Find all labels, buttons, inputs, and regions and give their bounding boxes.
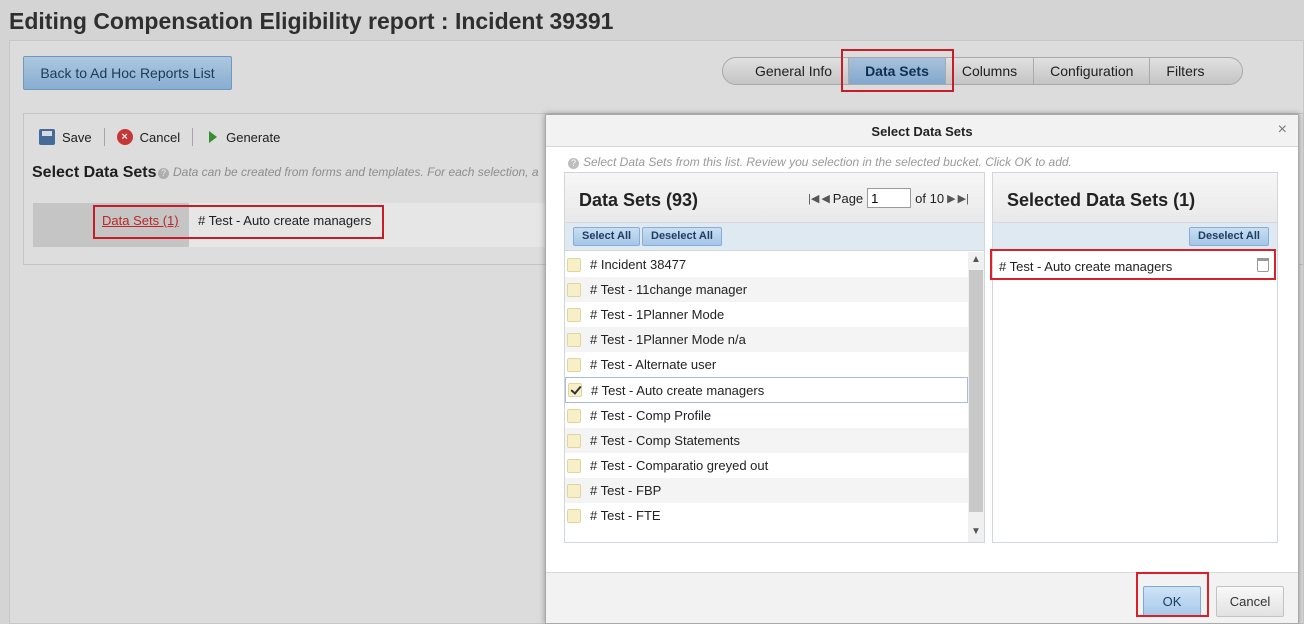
available-pane-title: Data Sets (93) <box>579 190 699 210</box>
select-all-button[interactable]: Select All <box>573 227 641 246</box>
checkbox[interactable] <box>567 508 581 523</box>
list-item[interactable]: # Test - FTE <box>565 503 968 528</box>
page-label: Page <box>832 190 864 206</box>
selected-pane-title: Selected Data Sets (1) <box>1007 190 1196 210</box>
list-item[interactable]: # Test - Comparatio greyed out <box>565 453 968 478</box>
page-of-label: of 10 <box>915 190 945 206</box>
checkbox[interactable] <box>567 357 581 372</box>
selected-pane-actions: Deselect All <box>993 223 1277 251</box>
checkbox[interactable] <box>567 282 581 297</box>
checkbox[interactable] <box>567 257 581 272</box>
checkbox[interactable] <box>567 408 581 423</box>
list-item-label: # Test - Comparatio greyed out <box>590 458 769 473</box>
cancel-button[interactable]: Cancel <box>1216 586 1284 617</box>
list-item[interactable]: # Test - 1Planner Mode n/a <box>565 327 968 352</box>
list-item-label: # Test - FBP <box>590 483 662 498</box>
checkbox-checked[interactable] <box>568 383 582 397</box>
dialog-header: Select Data Sets × <box>546 115 1298 147</box>
scroll-up-icon[interactable]: ▲ <box>971 254 981 265</box>
list-item[interactable]: # Incident 38477 <box>565 252 968 277</box>
list-item-label: # Test - 1Planner Mode <box>590 307 725 322</box>
page-number-input[interactable] <box>867 188 912 208</box>
available-pane-header: Data Sets (93) |◀ ◀ Page of 10 ▶ ▶| <box>565 173 984 223</box>
list-item-label: # Incident 38477 <box>590 257 687 272</box>
pager: |◀ ◀ Page of 10 ▶ ▶| <box>807 188 970 208</box>
checkbox[interactable] <box>567 458 581 473</box>
list-item[interactable]: # Test - Comp Statements <box>565 428 968 453</box>
selected-pane-header: Selected Data Sets (1) <box>993 173 1277 223</box>
checkbox[interactable] <box>567 483 581 498</box>
first-page-icon[interactable]: |◀ <box>808 192 819 205</box>
close-icon[interactable]: × <box>1278 121 1287 139</box>
dialog-hint: ? Select Data Sets from this list. Review… <box>568 155 1072 169</box>
data-sets-list: # Incident 38477 # Test - 11change manag… <box>565 252 968 528</box>
selected-data-sets-pane: Selected Data Sets (1) Deselect All # Te… <box>992 172 1278 543</box>
list-item-label: # Test - FTE <box>590 508 661 523</box>
scroll-thumb[interactable] <box>969 270 983 512</box>
checkbox[interactable] <box>567 307 581 322</box>
list-item[interactable]: # Test - Comp Profile <box>565 403 968 428</box>
list-item-label: # Test - Alternate user <box>590 357 717 372</box>
checkbox[interactable] <box>567 433 581 448</box>
select-data-sets-dialog: Select Data Sets × ? Select Data Sets fro… <box>545 114 1299 624</box>
list-scrollbar[interactable]: ▲ ▼ <box>968 252 984 542</box>
list-item-selected[interactable]: # Test - Auto create managers <box>565 377 968 403</box>
selected-item-highlight-box <box>990 249 1276 280</box>
list-item-label: # Test - Auto create managers <box>591 382 765 398</box>
list-item-label: # Test - 1Planner Mode n/a <box>590 332 746 347</box>
available-data-sets-pane: Data Sets (93) |◀ ◀ Page of 10 ▶ ▶| Sele… <box>564 172 985 543</box>
list-item[interactable]: # Test - FBP <box>565 478 968 503</box>
list-item-label: # Test - Comp Profile <box>590 408 712 423</box>
deselect-all-left-button[interactable]: Deselect All <box>642 227 722 246</box>
deselect-all-right-button[interactable]: Deselect All <box>1189 227 1269 246</box>
next-page-icon[interactable]: ▶ <box>947 192 955 205</box>
list-item-label: # Test - Comp Statements <box>590 433 741 448</box>
list-item[interactable]: # Test - 1Planner Mode <box>565 302 968 327</box>
checkbox[interactable] <box>567 332 581 347</box>
list-item[interactable]: # Test - 11change manager <box>565 277 968 302</box>
dialog-title: Select Data Sets <box>871 124 973 139</box>
dialog-hint-text: Select Data Sets from this list. Review … <box>583 155 1072 169</box>
list-item[interactable]: # Test - Alternate user <box>565 352 968 377</box>
last-page-icon[interactable]: ▶| <box>958 192 969 205</box>
scroll-down-icon[interactable]: ▼ <box>971 526 981 537</box>
prev-page-icon[interactable]: ◀ <box>821 192 829 205</box>
available-pane-actions: Select All Deselect All <box>565 223 984 251</box>
info-icon: ? <box>568 158 579 169</box>
ok-highlight-box <box>1136 572 1209 617</box>
list-item-label: # Test - 11change manager <box>590 282 748 297</box>
